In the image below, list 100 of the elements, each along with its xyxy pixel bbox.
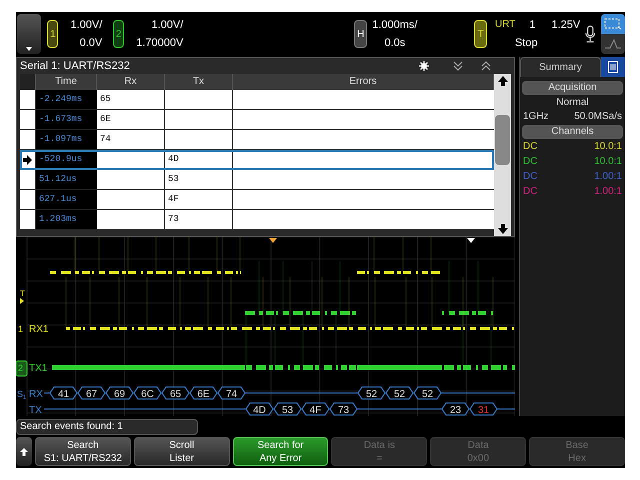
scroll-up-icon[interactable] — [496, 74, 510, 88]
decode-packet: 23 — [441, 402, 470, 416]
arrow-icon — [23, 154, 32, 164]
trigger-level: 1.25V — [551, 18, 580, 33]
sample-rate: 50.0MSa/s — [574, 110, 622, 124]
dashed-box-icon — [604, 18, 622, 30]
list-tab[interactable] — [601, 57, 625, 77]
tx-trace — [442, 260, 493, 315]
search-status: Search events found: 1 — [16, 419, 198, 435]
decode-packet: 74 — [217, 386, 246, 400]
acquisition-mode: Normal — [555, 96, 590, 110]
time-cell-text: -1.673ms — [39, 112, 82, 126]
decode-packet: 73 — [329, 402, 358, 416]
tx-cell-text: 73 — [168, 212, 179, 226]
probe-ratio: 10.0:1 — [594, 155, 622, 169]
column-header: Time — [36, 74, 97, 90]
channel-scale: 1.00V/ — [70, 18, 102, 33]
decode-packet: 6C — [133, 386, 162, 400]
lister-row[interactable]: -520.9us 4D — [20, 150, 494, 170]
lister-title: Serial 1: UART/RS232 — [20, 58, 130, 74]
channel-badge[interactable]: 2 — [113, 20, 124, 48]
scroll-thumb[interactable] — [495, 115, 510, 165]
time-cell-text: 51.12us — [39, 172, 77, 186]
time-cell-text: -2.249ms — [39, 92, 82, 106]
decode-packet: 69 — [105, 386, 134, 400]
decode-packet: 53 — [273, 402, 302, 416]
channel-marker — [16, 360, 28, 376]
time-scale: 1.000ms/ — [372, 18, 418, 33]
column-header: Errors — [233, 74, 494, 90]
softkey[interactable]: Search for Any Error — [232, 437, 328, 466]
lister-row[interactable]: -1.097ms 74 — [20, 130, 494, 150]
tx-cell-text: 4D — [168, 152, 179, 166]
summary-tab[interactable]: Summary — [520, 57, 601, 77]
section-header: Acquisition — [522, 81, 623, 95]
edge-icon — [604, 38, 622, 50]
probe-ratio: 1.00:1 — [594, 185, 622, 199]
time-cell-text: -1.097ms — [39, 132, 82, 146]
column-header: Rx — [97, 74, 165, 90]
channel-scale: 1.00V/ — [151, 18, 184, 33]
tx-cell-text: 53 — [168, 172, 179, 186]
decode-packet: 67 — [77, 386, 106, 400]
probe-ratio: 10.0:1 — [594, 140, 622, 154]
bandwidth: 1GHz — [523, 110, 549, 124]
decode-packet: 52 — [357, 386, 386, 400]
scroll-down-icon[interactable] — [496, 222, 510, 236]
channel-offset: 0.0V — [80, 36, 102, 51]
horizontal-badge[interactable]: H — [354, 20, 368, 48]
trigger-level-marker — [20, 298, 24, 304]
collapse-icon[interactable] — [453, 61, 463, 71]
time-cell-text: -520.9us — [39, 152, 82, 166]
decode-packet: 4D — [245, 402, 274, 416]
caret-icon — [26, 47, 32, 51]
channel-coupling: DC — [523, 140, 538, 154]
channel-coupling: DC — [523, 185, 538, 199]
expand-icon[interactable] — [481, 61, 491, 71]
up-arrow-icon — [20, 448, 28, 456]
list-icon — [608, 61, 618, 73]
bus-label: S$_{1}$ — [17, 389, 26, 401]
microphone-icon[interactable] — [584, 24, 596, 44]
tx-trace — [444, 314, 515, 370]
softkey[interactable]: Search S1: UART/RS232 — [35, 437, 131, 466]
decode-packet: 41 — [49, 386, 78, 400]
channel-label: TX1 — [29, 363, 48, 374]
trigger-channel: 1 — [529, 18, 536, 33]
rx-cell-text: 74 — [100, 132, 111, 146]
decode-packet: 6E — [189, 386, 218, 400]
rx-cell-text: 65 — [100, 92, 111, 106]
decode-packet: 65 — [161, 386, 190, 400]
softkey[interactable]: Scroll Lister — [134, 437, 230, 466]
probe-ratio: 1.00:1 — [594, 170, 622, 184]
channel-coupling: DC — [523, 155, 538, 169]
settings-icon[interactable] — [419, 61, 429, 71]
decode-packet: 31 — [469, 402, 498, 416]
channel-coupling: DC — [523, 170, 538, 184]
channel-offset: 1.70000V — [136, 36, 184, 51]
menu-button[interactable] — [17, 14, 42, 54]
decode-packet: 4F — [301, 402, 330, 416]
channel-number: 2 — [18, 363, 24, 373]
up-arrow-button[interactable] — [16, 437, 32, 466]
time-cell-text: 627.1us — [39, 192, 77, 206]
lister-row[interactable]: 1.203ms 73 — [20, 210, 494, 230]
section-header: Channels — [522, 125, 623, 139]
time-cell-text: 1.203ms — [39, 212, 77, 226]
trigger-source: URT — [494, 18, 516, 32]
time-delay: 0.0s — [384, 36, 406, 51]
zoom-box-button[interactable] — [601, 14, 626, 54]
lister-row[interactable]: -2.249ms 65 — [20, 90, 494, 110]
lister-row[interactable]: 51.12us 53 — [20, 170, 494, 190]
decode-packet: 52 — [385, 386, 414, 400]
channel-number: 1 — [18, 324, 24, 334]
trigger-badge[interactable]: T — [474, 20, 487, 48]
lister-row[interactable]: 627.1us 4F — [20, 190, 494, 210]
lister-row[interactable]: -1.673ms 6E — [20, 110, 494, 130]
rx-cell-text: 6E — [100, 112, 111, 126]
channel-badge[interactable]: 1 — [47, 20, 58, 48]
tx-cell-text: 4F — [168, 192, 179, 206]
trigger-state: Stop — [514, 36, 539, 51]
trigger-level-label: T — [20, 289, 25, 298]
tx-label: TX — [29, 405, 42, 416]
rx-label: RX — [29, 389, 43, 400]
